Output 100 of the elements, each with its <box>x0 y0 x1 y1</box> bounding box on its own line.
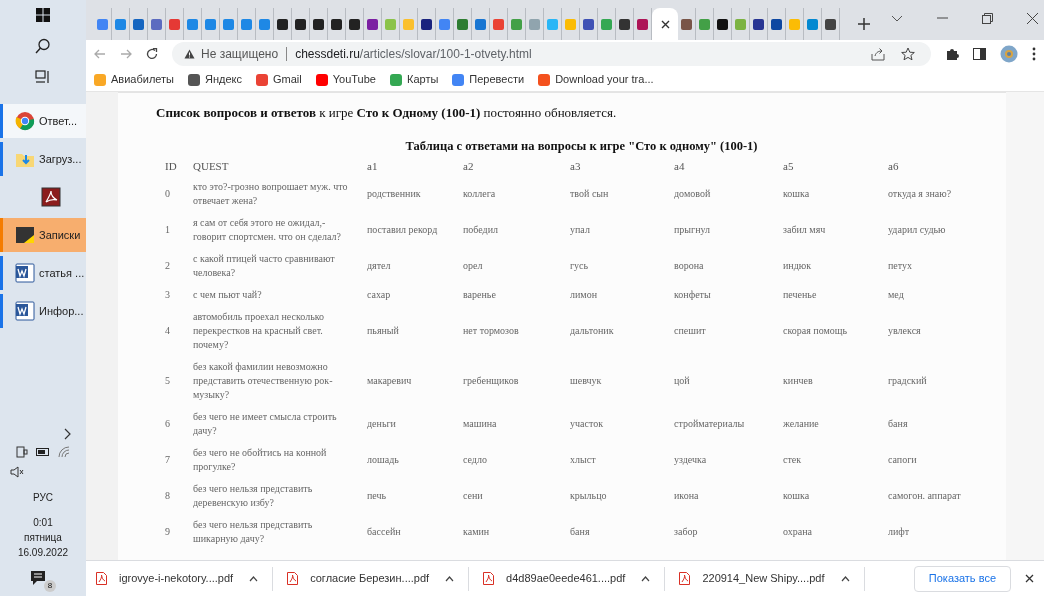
table-cell: без чего не имеет смысла строить дачу? <box>193 406 367 443</box>
bookmark-link[interactable]: Перевести <box>469 71 525 88</box>
clock-weekday[interactable]: пятница <box>24 530 62 545</box>
clock-time[interactable]: 0:01 <box>33 515 53 530</box>
pdf-file-icon <box>287 572 299 585</box>
tab-search-chevron-icon[interactable] <box>891 14 903 22</box>
table-cell: шевчук <box>570 356 674 407</box>
close-window-icon[interactable] <box>1027 12 1038 24</box>
table-cell: гребенщиков <box>463 356 570 407</box>
table-cell: победил <box>463 212 570 249</box>
column-header: a1 <box>367 156 463 177</box>
camera-icon[interactable] <box>16 446 28 458</box>
chrome-app-icon <box>15 111 35 131</box>
column-header: ID <box>165 156 193 177</box>
caret-up-icon[interactable] <box>641 575 651 582</box>
table-cell: 4 <box>165 306 193 357</box>
table-cell-text: откуда я знаю? <box>888 187 953 202</box>
table-cell: сахар <box>367 284 463 307</box>
side-panel-icon[interactable] <box>973 48 986 60</box>
table-cell: нет тормозов <box>463 306 570 357</box>
table-cell: сени <box>463 478 570 515</box>
bookmark-link[interactable]: Авиабилеты <box>111 71 174 88</box>
taskbar-app-button[interactable]: Ответ... <box>0 104 86 138</box>
table-cell: спешит <box>674 306 783 357</box>
pdf-file-icon <box>679 572 691 585</box>
address-bar[interactable]: Не защищено chessdeti.ru/articles/slovar/100-1-otvety.html <box>172 42 931 66</box>
bookmark-link[interactable]: Яндекс <box>205 71 242 88</box>
word-document-icon <box>15 301 35 321</box>
table-cell: орел <box>463 248 570 285</box>
caret-up-icon[interactable] <box>249 575 259 582</box>
bookmark-link[interactable]: Download your tra... <box>555 71 654 88</box>
table-cell: лошадь <box>367 442 463 479</box>
show-all-button[interactable]: Показать все <box>913 565 1011 592</box>
security-status: Не защищено <box>201 46 279 63</box>
wifi-icon[interactable] <box>58 446 70 458</box>
table-cell: варенье <box>463 284 570 307</box>
column-header: a5 <box>783 156 888 177</box>
task-view-icon[interactable] <box>35 70 51 84</box>
download-item[interactable]: 220914_New Shipy....pdf <box>679 566 865 591</box>
clock-date[interactable]: 16.09.2022 <box>17 545 69 560</box>
download-item[interactable]: согласие Березин....pdf <box>287 566 470 591</box>
download-item[interactable]: d4d89ae0eede461....pdf <box>483 566 666 591</box>
search-icon[interactable] <box>35 38 51 54</box>
extensions-puzzle-icon[interactable] <box>945 47 959 61</box>
restore-icon[interactable] <box>982 12 993 24</box>
battery-icon[interactable] <box>36 448 50 456</box>
close-icon[interactable] <box>1025 574 1034 583</box>
table-cell: баня <box>570 514 674 551</box>
table-cell: стройматериалы <box>674 406 783 443</box>
notification-count: 8 <box>44 580 56 592</box>
column-header: a3 <box>570 156 674 177</box>
share-icon[interactable] <box>871 47 885 61</box>
windows-start-icon[interactable] <box>36 8 50 22</box>
table-cell: 7 <box>165 442 193 479</box>
table-cell: упал <box>570 212 674 249</box>
reload-icon[interactable] <box>146 48 158 60</box>
caret-up-icon[interactable] <box>445 575 455 582</box>
table-cell: без чего нельзя представить шикарную дачу? <box>193 514 367 551</box>
profile-avatar-icon[interactable] <box>1000 45 1018 63</box>
table-cell: машина <box>463 406 570 443</box>
column-header: QUEST <box>193 156 367 177</box>
table-cell: коллега <box>463 176 570 213</box>
bookmark-link[interactable]: YouTube <box>332 71 376 88</box>
notification-center-icon[interactable] <box>30 570 46 586</box>
bookmark-star-icon[interactable] <box>901 47 915 61</box>
table-cell: кошка <box>783 478 888 515</box>
table-cell: 9 <box>165 514 193 551</box>
intro-paragraph: Список вопросов и ответов к игре Сто к Одному (100-1) постоянно обновляется. <box>156 104 618 122</box>
table-cell: индюк <box>783 248 888 285</box>
close-icon[interactable] <box>660 19 670 29</box>
new-tab-icon[interactable] <box>858 18 870 30</box>
download-filename: igrovye-i-nekotory....pdf <box>119 571 234 587</box>
bookmark-link[interactable]: Карты <box>407 71 439 88</box>
bookmark-link[interactable]: Gmail <box>273 71 302 88</box>
caret-up-icon[interactable] <box>840 575 850 582</box>
column-header: a4 <box>674 156 783 177</box>
table-cell: забил мяч <box>783 212 888 249</box>
table-cell-text: баня <box>888 417 909 432</box>
sticky-notes-icon <box>15 225 35 245</box>
table-cell: седло <box>463 442 570 479</box>
table-cell-text: сапоги <box>888 453 918 468</box>
table-cell: пьяный <box>367 306 463 357</box>
speaker-muted-icon[interactable] <box>10 466 24 478</box>
table-cell: печенье <box>783 284 888 307</box>
table-cell: прыгнул <box>674 212 783 249</box>
table-cell: родственник <box>367 176 463 213</box>
table-cell: охрана <box>783 514 888 551</box>
download-filename: согласие Березин....pdf <box>310 571 430 587</box>
table-cell-text: самогон. аппарат <box>888 489 962 504</box>
download-filename: 220914_New Shipy....pdf <box>702 571 825 587</box>
table-cell: бассейн <box>367 514 463 551</box>
table-cell: участок <box>570 406 674 443</box>
more-menu-icon[interactable] <box>1032 47 1036 61</box>
table-cell: макаревич <box>367 356 463 407</box>
taskbar-app-button[interactable]: Записки <box>0 218 86 252</box>
chevron-right-icon[interactable] <box>64 428 72 440</box>
input-language-indicator[interactable]: РУС <box>33 490 53 505</box>
download-item[interactable]: igrovye-i-nekotory....pdf <box>96 566 274 591</box>
table-caption: Таблица с ответами на вопросы к игре "Сто к одному" (100-1) <box>404 137 759 155</box>
warning-icon <box>184 49 195 59</box>
